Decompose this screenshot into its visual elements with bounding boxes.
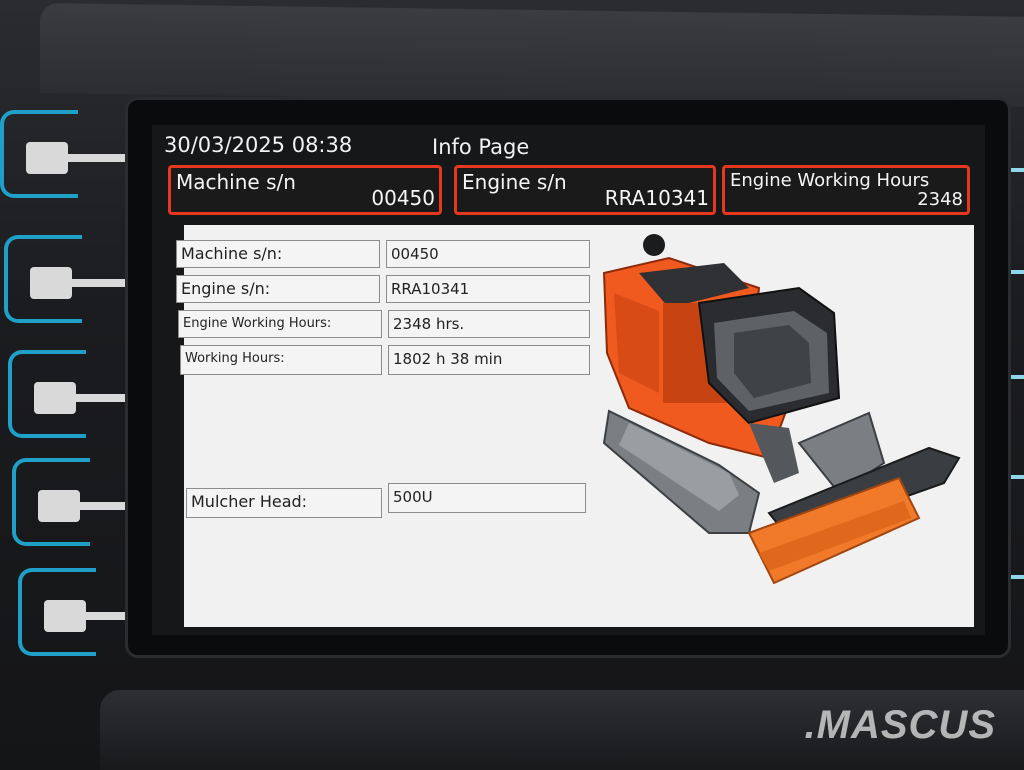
value-engine-working-hours: 2348 hrs. [388, 310, 590, 338]
label-mulcher-head: Mulcher Head: [186, 488, 382, 518]
mascus-watermark: .MASCUS [804, 703, 996, 747]
value-engine-sn: RRA10341 [386, 275, 590, 303]
softkey-pad-icon [26, 142, 68, 174]
summary-engine-hours: Engine Working Hours 2348 [722, 165, 970, 215]
softkey-4[interactable] [12, 458, 138, 546]
summary-label: Engine Working Hours [730, 170, 930, 191]
header-datetime: 30/03/2025 08:38 [164, 133, 353, 157]
softkey-3[interactable] [8, 350, 134, 438]
label-engine-working-hours: Engine Working Hours: [178, 310, 382, 338]
label-engine-sn: Engine s/n: [176, 275, 380, 303]
bezel-top-edge [40, 3, 1024, 107]
value-mulcher-head: 500U [388, 483, 586, 513]
softkey-5[interactable] [18, 568, 144, 656]
value-machine-sn: 00450 [386, 240, 590, 268]
summary-label: Engine s/n [462, 170, 567, 194]
softkey-pad-icon [34, 382, 76, 414]
value-working-hours: 1802 h 38 min [388, 345, 590, 375]
label-working-hours: Working Hours: [180, 345, 382, 375]
info-panel: Machine s/n: 00450 Engine s/n: RRA10341 … [176, 225, 974, 627]
summary-value: RRA10341 [604, 186, 709, 210]
page-title: Info Page [432, 135, 530, 159]
softkey-line [70, 279, 130, 287]
summary-engine-sn: Engine s/n RRA10341 [454, 165, 716, 215]
softkey-pad-icon [30, 267, 72, 299]
softkey-pad-icon [44, 600, 86, 632]
summary-label: Machine s/n [176, 170, 296, 194]
softkey-pad-icon [38, 490, 80, 522]
softkey-1[interactable] [0, 110, 126, 198]
summary-machine-sn: Machine s/n 00450 [168, 165, 442, 215]
machine-illustration [602, 234, 961, 585]
softkey-line [66, 154, 126, 162]
summary-value: 2348 [917, 189, 963, 210]
softkey-line [74, 394, 134, 402]
softkey-2[interactable] [4, 235, 130, 323]
display-screen: 30/03/2025 08:38 Info Page Machine s/n 0… [152, 125, 985, 635]
label-machine-sn: Machine s/n: [176, 240, 380, 268]
summary-value: 00450 [371, 186, 435, 210]
